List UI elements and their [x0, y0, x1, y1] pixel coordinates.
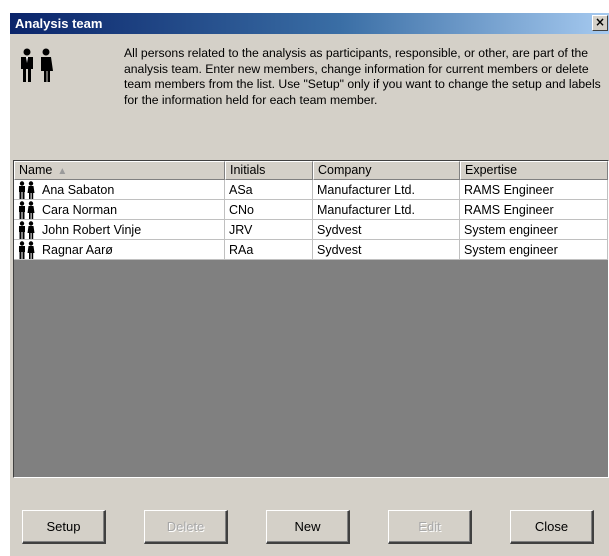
- cell-company: Sydvest: [313, 220, 460, 240]
- cell-expertise: RAMS Engineer: [460, 180, 608, 200]
- cell-expertise: System engineer: [460, 220, 608, 240]
- title-bar[interactable]: Analysis team ×: [10, 13, 609, 34]
- list-header: Name ▲ Initials Company Expertise: [14, 161, 608, 180]
- team-people-icon: [21, 48, 53, 82]
- cell-company: Sydvest: [313, 240, 460, 260]
- description-text: All persons related to the analysis as p…: [124, 46, 601, 107]
- new-button[interactable]: New: [266, 510, 350, 544]
- window-title: Analysis team: [15, 16, 103, 31]
- column-header-expertise[interactable]: Expertise: [460, 161, 608, 180]
- cell-initials: JRV: [225, 220, 313, 240]
- close-window-button[interactable]: ×: [592, 15, 608, 31]
- cell-name: Ragnar Aarø: [14, 240, 225, 260]
- cell-initials: ASa: [225, 180, 313, 200]
- table-row[interactable]: Ragnar Aarø RAa Sydvest System engineer: [14, 240, 608, 260]
- table-row[interactable]: John Robert Vinje JRV Sydvest System eng…: [14, 220, 608, 240]
- table-row[interactable]: Ana Sabaton ASa Manufacturer Ltd. RAMS E…: [14, 180, 608, 200]
- sort-ascending-icon: ▲: [57, 166, 68, 177]
- close-button[interactable]: Close: [510, 510, 594, 544]
- column-header-name-label: Name: [19, 163, 53, 177]
- cell-name: Ana Sabaton: [14, 180, 225, 200]
- column-header-name[interactable]: Name ▲: [14, 161, 225, 180]
- cell-initials: CNo: [225, 200, 313, 220]
- delete-button[interactable]: Delete: [144, 510, 228, 544]
- cell-initials: RAa: [225, 240, 313, 260]
- cell-name: John Robert Vinje: [14, 220, 225, 240]
- cell-name: Cara Norman: [14, 200, 225, 220]
- analysis-team-dialog: Analysis team × All persons related to t…: [9, 12, 609, 556]
- list-rows: Ana Sabaton ASa Manufacturer Ltd. RAMS E…: [14, 180, 608, 260]
- cell-company: Manufacturer Ltd.: [313, 200, 460, 220]
- cell-expertise: System engineer: [460, 240, 608, 260]
- column-header-company[interactable]: Company: [313, 161, 460, 180]
- table-row[interactable]: Cara Norman CNo Manufacturer Ltd. RAMS E…: [14, 200, 608, 220]
- cell-company: Manufacturer Ltd.: [313, 180, 460, 200]
- edit-button[interactable]: Edit: [388, 510, 472, 544]
- setup-button[interactable]: Setup: [22, 510, 106, 544]
- column-header-initials[interactable]: Initials: [225, 161, 313, 180]
- cell-expertise: RAMS Engineer: [460, 200, 608, 220]
- team-member-list[interactable]: Name ▲ Initials Company Expertise Ana Sab…: [13, 160, 609, 478]
